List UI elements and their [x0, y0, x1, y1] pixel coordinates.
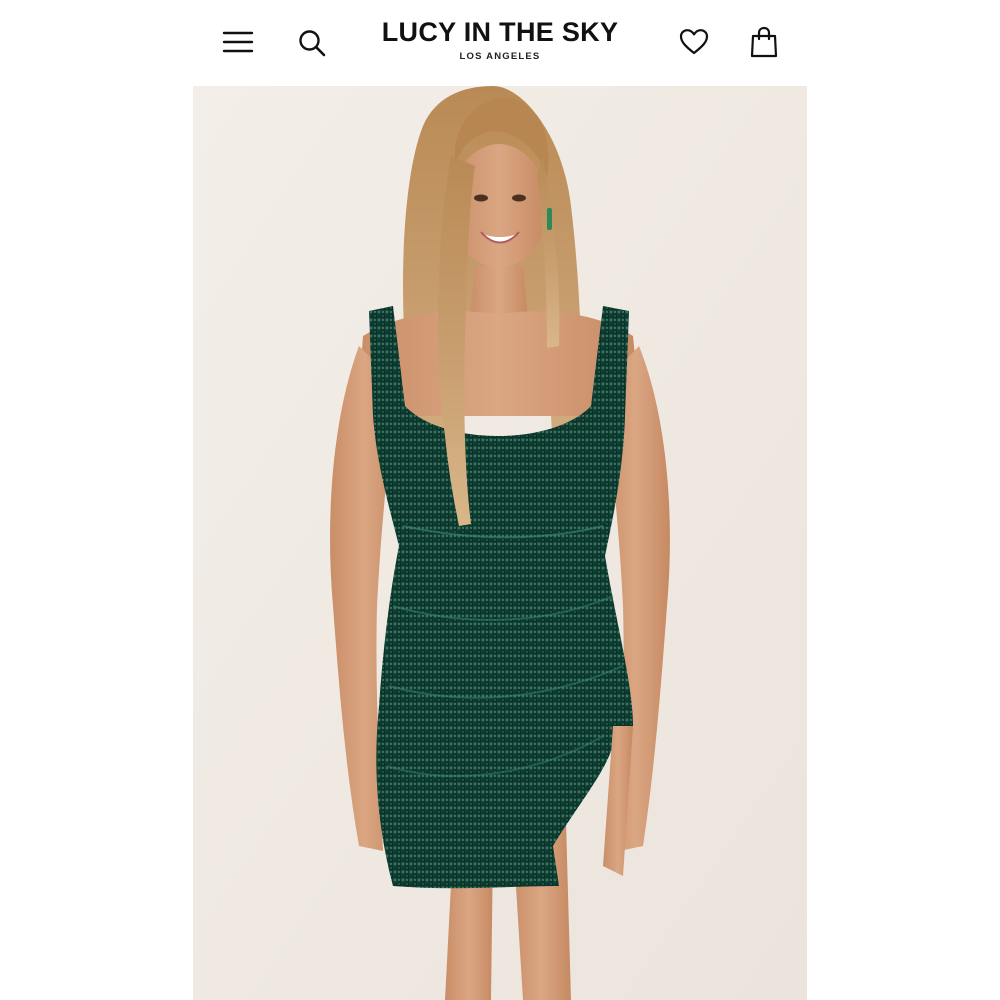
site-header: LUCY IN THE SKY LOS ANGELES	[0, 0, 1000, 86]
product-page: LUCY IN THE SKY LOS ANGELES	[0, 0, 1000, 1000]
hamburger-menu-icon	[222, 31, 254, 53]
search-icon	[299, 30, 326, 57]
product-photo[interactable]	[193, 86, 807, 1000]
wishlist-button[interactable]	[674, 22, 714, 62]
cart-button[interactable]	[744, 20, 784, 64]
brand-logo[interactable]: LUCY IN THE SKY LOS ANGELES	[380, 16, 620, 64]
brand-subtitle: LOS ANGELES	[459, 51, 541, 62]
heart-icon	[679, 29, 709, 55]
shopping-bag-icon	[750, 26, 778, 58]
menu-button[interactable]	[218, 22, 258, 62]
brand-name: LUCY IN THE SKY	[381, 17, 619, 47]
search-button[interactable]	[292, 22, 332, 64]
product-photo-illustration	[193, 86, 807, 1000]
